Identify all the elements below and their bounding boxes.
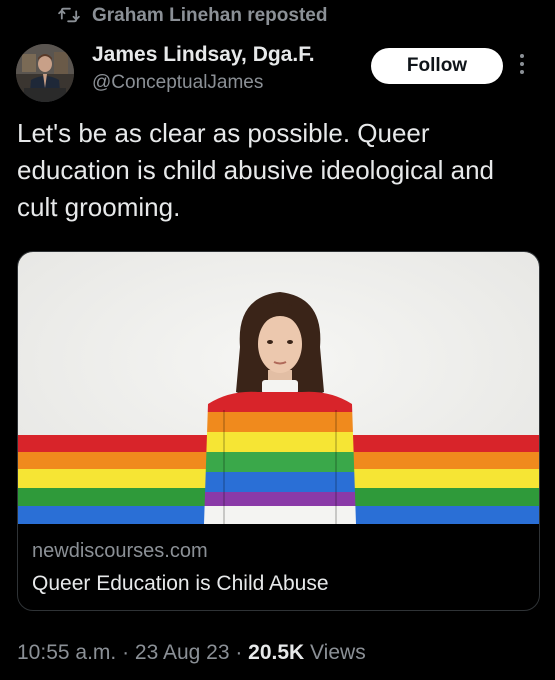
meta-separator: · [229, 641, 249, 664]
repost-icon [58, 7, 80, 23]
more-icon[interactable] [517, 54, 527, 78]
author-name[interactable]: James Lindsay, Dga.F. [92, 43, 315, 67]
avatar-image [16, 44, 74, 102]
avatar[interactable] [16, 44, 74, 102]
tweet-time[interactable]: 10:55 a.m. [17, 641, 116, 664]
author-handle[interactable]: @ConceptualJames [92, 72, 263, 94]
card-domain: newdiscourses.com [32, 540, 208, 562]
follow-button[interactable]: Follow [371, 48, 503, 84]
views-label: Views [304, 641, 366, 664]
tweet-text: Let's be as clear as possible. Queer edu… [17, 118, 494, 222]
views-count[interactable]: 20.5K [248, 641, 304, 664]
card-image [18, 252, 539, 524]
repost-header: Graham Linehan reposted [0, 0, 555, 34]
tweet-meta: 10:55 a.m. · 23 Aug 23 · 20.5K Views [17, 641, 366, 665]
tweet-date[interactable]: 23 Aug 23 [135, 641, 230, 664]
link-card[interactable]: newdiscourses.com Queer Education is Chi… [17, 251, 540, 611]
repost-label[interactable]: Graham Linehan reposted [92, 5, 327, 27]
card-title: Queer Education is Child Abuse [32, 572, 329, 595]
meta-separator: · [116, 641, 135, 664]
